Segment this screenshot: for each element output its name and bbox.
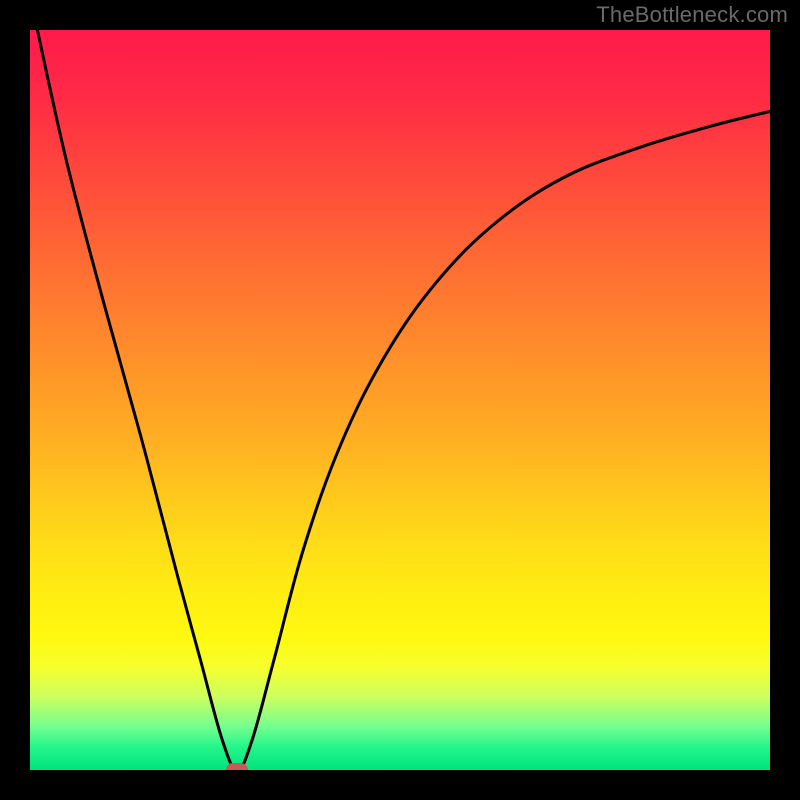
plot-area [30,30,770,770]
bottleneck-curve [37,30,770,770]
curve-svg [30,30,770,770]
watermark-text: TheBottleneck.com [596,2,788,28]
chart-frame: TheBottleneck.com [0,0,800,800]
min-marker [226,763,248,770]
